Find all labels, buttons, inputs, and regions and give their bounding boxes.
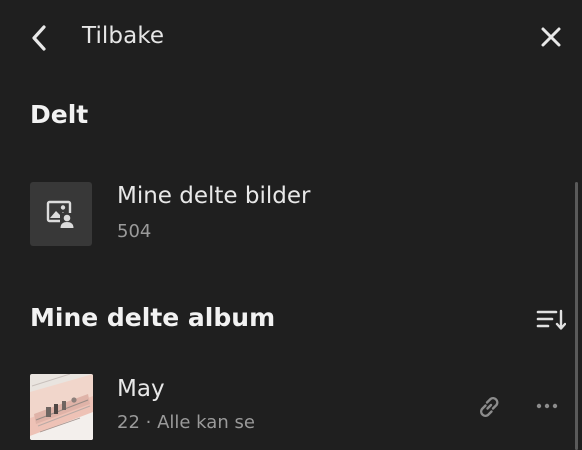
more-icon bbox=[536, 403, 558, 409]
link-icon bbox=[480, 397, 499, 417]
album-thumbnail bbox=[30, 374, 93, 440]
shared-photos-icon bbox=[46, 200, 76, 229]
album-subtitle: 22 · Alle kan se bbox=[117, 412, 255, 433]
sort-button[interactable] bbox=[534, 305, 568, 335]
shared-photos-thumbnail bbox=[30, 182, 92, 246]
album-title: May bbox=[117, 376, 165, 402]
close-icon bbox=[541, 27, 561, 47]
section-title-albums: Mine delte album bbox=[30, 303, 276, 332]
section-title-shared: Delt bbox=[30, 100, 89, 129]
album-cover-image bbox=[30, 374, 93, 440]
album-more-button[interactable] bbox=[532, 396, 562, 416]
close-button[interactable] bbox=[536, 22, 566, 52]
shared-photos-count: 504 bbox=[117, 221, 152, 242]
album-link-button[interactable] bbox=[472, 390, 506, 424]
sort-icon bbox=[536, 309, 566, 330]
album-item[interactable]: May 22 · Alle kan se bbox=[0, 360, 570, 450]
top-bar: Tilbake bbox=[0, 0, 582, 78]
scrollbar[interactable] bbox=[575, 182, 578, 450]
back-button[interactable] bbox=[22, 20, 56, 56]
shared-photos-item[interactable]: Mine delte bilder 504 bbox=[0, 166, 570, 262]
back-label[interactable]: Tilbake bbox=[82, 23, 164, 49]
chevron-left-icon bbox=[32, 25, 46, 51]
shared-photos-title: Mine delte bilder bbox=[117, 183, 311, 209]
